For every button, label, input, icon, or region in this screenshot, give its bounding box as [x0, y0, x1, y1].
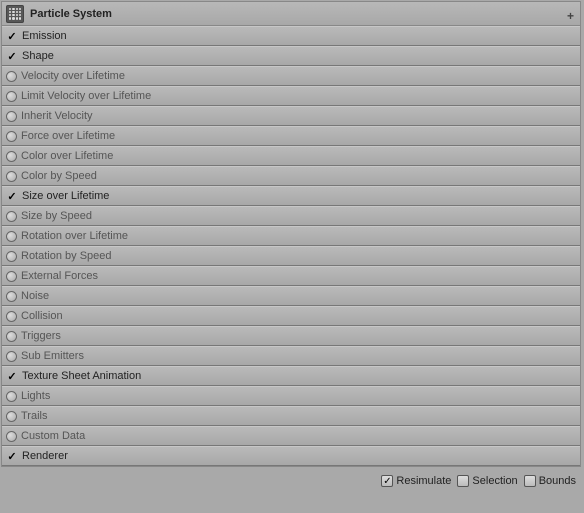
module-label: Custom Data: [21, 430, 85, 442]
module-row[interactable]: Size over Lifetime: [2, 186, 580, 206]
module-row[interactable]: Trails: [2, 406, 580, 426]
radio-icon[interactable]: [6, 391, 17, 402]
module-row[interactable]: Color over Lifetime: [2, 146, 580, 166]
module-label: Force over Lifetime: [21, 130, 115, 142]
module-label: Noise: [21, 290, 49, 302]
module-list: Emission Shape Velocity over Lifetime Limit…: [2, 26, 580, 466]
module-label: Trails: [21, 410, 47, 422]
radio-icon[interactable]: [6, 291, 17, 302]
checkmark-icon[interactable]: [6, 370, 18, 382]
module-label: Limit Velocity over Lifetime: [21, 90, 151, 102]
module-label: Color over Lifetime: [21, 150, 113, 162]
module-label: External Forces: [21, 270, 98, 282]
module-label: Emission: [22, 30, 67, 42]
module-label: Collision: [21, 310, 63, 322]
checkbox-icon: [524, 475, 536, 487]
module-label: Inherit Velocity: [21, 110, 93, 122]
module-row[interactable]: Custom Data: [2, 426, 580, 446]
module-row[interactable]: Texture Sheet Animation: [2, 366, 580, 386]
bounds-label: Bounds: [539, 475, 576, 487]
module-row[interactable]: Renderer: [2, 446, 580, 466]
add-module-button[interactable]: +: [567, 9, 574, 23]
module-label: Lights: [21, 390, 50, 402]
selection-label: Selection: [472, 475, 517, 487]
module-label: Velocity over Lifetime: [21, 70, 125, 82]
module-row[interactable]: Shape: [2, 46, 580, 66]
radio-icon[interactable]: [6, 71, 17, 82]
module-label: Renderer: [22, 450, 68, 462]
radio-icon[interactable]: [6, 151, 17, 162]
module-row[interactable]: Noise: [2, 286, 580, 306]
module-row[interactable]: Velocity over Lifetime: [2, 66, 580, 86]
particle-system-icon: [6, 5, 24, 23]
radio-icon[interactable]: [6, 171, 17, 182]
module-row[interactable]: External Forces: [2, 266, 580, 286]
module-row[interactable]: Inherit Velocity: [2, 106, 580, 126]
checkbox-icon: [457, 475, 469, 487]
selection-toggle[interactable]: Selection: [457, 475, 517, 487]
module-row[interactable]: Size by Speed: [2, 206, 580, 226]
radio-icon[interactable]: [6, 331, 17, 342]
radio-icon[interactable]: [6, 431, 17, 442]
module-label: Texture Sheet Animation: [22, 370, 141, 382]
module-row[interactable]: Rotation over Lifetime: [2, 226, 580, 246]
checkmark-icon[interactable]: [6, 30, 18, 42]
checkmark-icon[interactable]: [6, 450, 18, 462]
module-row[interactable]: Collision: [2, 306, 580, 326]
module-label: Size over Lifetime: [22, 190, 109, 202]
radio-icon[interactable]: [6, 91, 17, 102]
particle-system-panel: Particle System + Emission Shape Velocity …: [1, 1, 581, 467]
radio-icon[interactable]: [6, 251, 17, 262]
module-row[interactable]: Force over Lifetime: [2, 126, 580, 146]
checkmark-icon[interactable]: [6, 50, 18, 62]
module-row[interactable]: Rotation by Speed: [2, 246, 580, 266]
resimulate-toggle[interactable]: ✓ Resimulate: [381, 475, 451, 487]
panel-title: Particle System: [30, 8, 112, 20]
module-row[interactable]: Triggers: [2, 326, 580, 346]
resimulate-label: Resimulate: [396, 475, 451, 487]
module-label: Rotation over Lifetime: [21, 230, 128, 242]
module-row[interactable]: Limit Velocity over Lifetime: [2, 86, 580, 106]
module-label: Rotation by Speed: [21, 250, 112, 262]
panel-header[interactable]: Particle System +: [2, 2, 580, 26]
radio-icon[interactable]: [6, 211, 17, 222]
radio-icon[interactable]: [6, 411, 17, 422]
radio-icon[interactable]: [6, 271, 17, 282]
module-row[interactable]: Emission: [2, 26, 580, 46]
bounds-toggle[interactable]: Bounds: [524, 475, 576, 487]
module-label: Color by Speed: [21, 170, 97, 182]
footer-bar: ✓ Resimulate Selection Bounds: [0, 468, 584, 494]
module-label: Sub Emitters: [21, 350, 84, 362]
module-row[interactable]: Sub Emitters: [2, 346, 580, 366]
checkbox-icon: ✓: [381, 475, 393, 487]
radio-icon[interactable]: [6, 131, 17, 142]
radio-icon[interactable]: [6, 351, 17, 362]
module-row[interactable]: Color by Speed: [2, 166, 580, 186]
module-label: Size by Speed: [21, 210, 92, 222]
checkmark-icon[interactable]: [6, 190, 18, 202]
module-label: Shape: [22, 50, 54, 62]
module-row[interactable]: Lights: [2, 386, 580, 406]
radio-icon[interactable]: [6, 111, 17, 122]
radio-icon[interactable]: [6, 311, 17, 322]
module-label: Triggers: [21, 330, 61, 342]
radio-icon[interactable]: [6, 231, 17, 242]
